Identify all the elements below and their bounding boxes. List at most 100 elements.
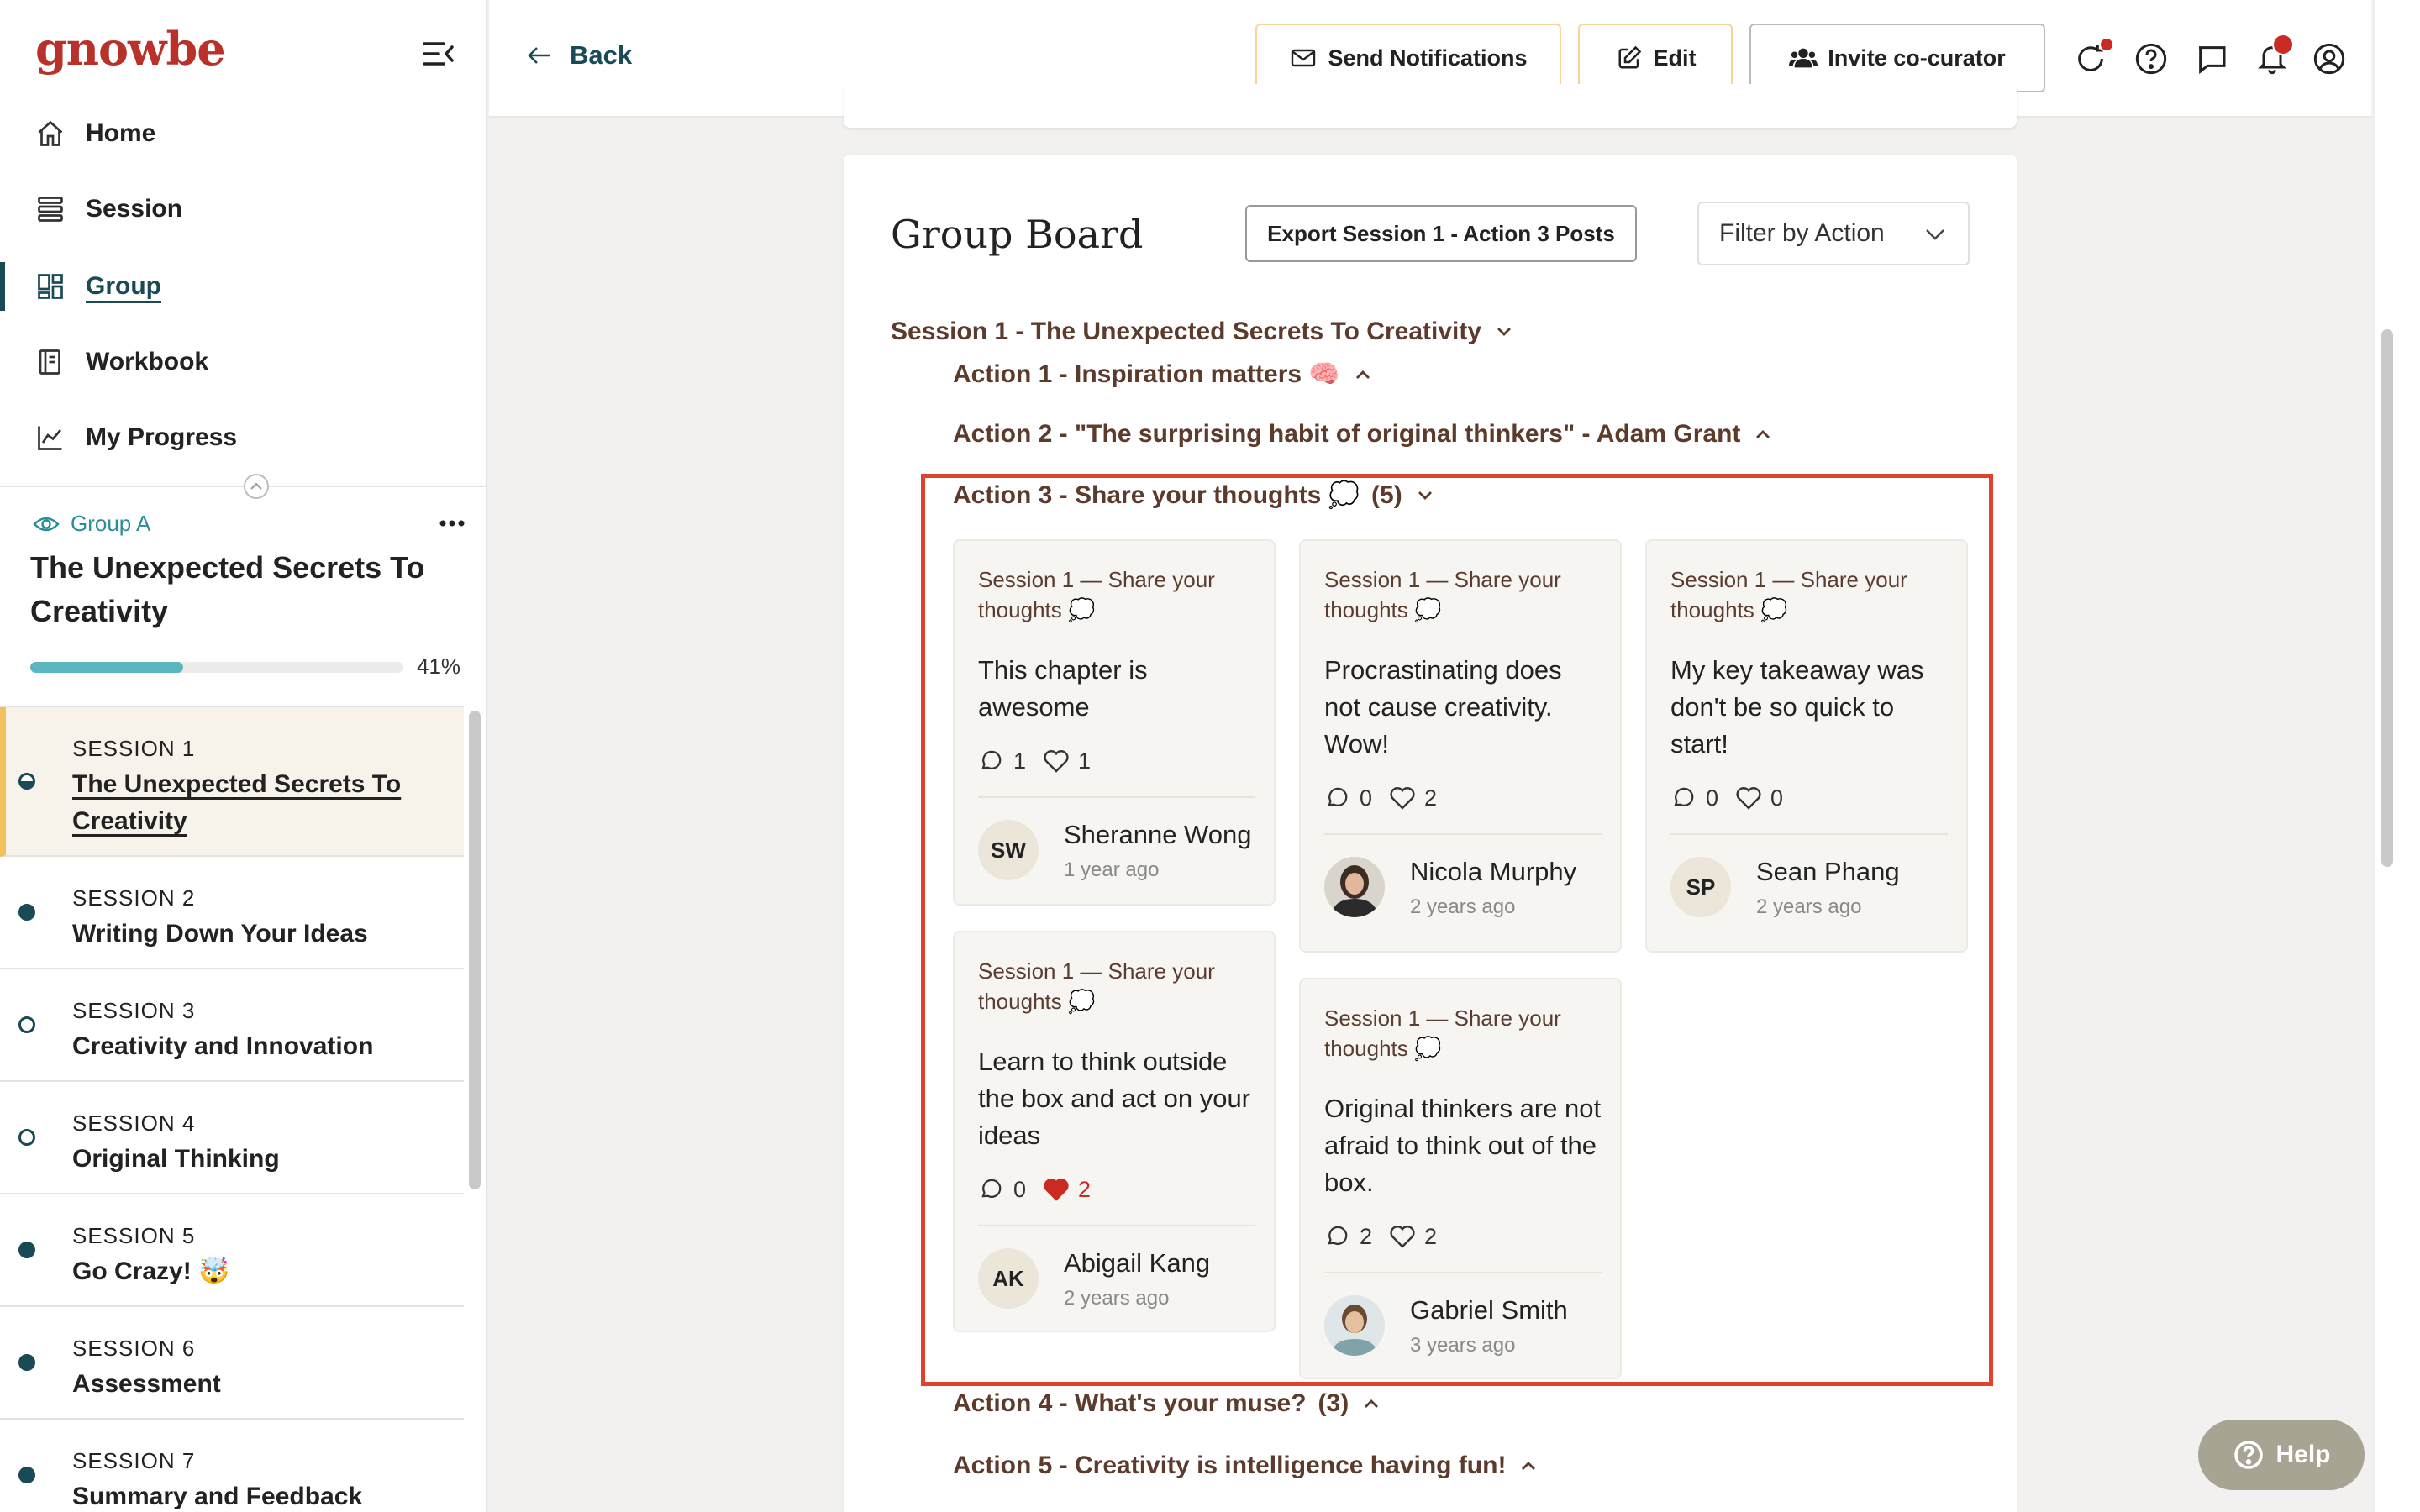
back-button[interactable]: Back xyxy=(523,39,632,72)
nav-home[interactable]: Home xyxy=(0,104,486,163)
nav-group[interactable]: Group xyxy=(0,257,486,316)
nav-session[interactable]: Session xyxy=(0,180,486,239)
chevron-up-icon xyxy=(1750,422,1776,447)
comment-icon[interactable] xyxy=(1670,785,1697,811)
post-text: My key takeaway was don't be so quick to… xyxy=(1670,655,1924,759)
post-timestamp: 2 years ago xyxy=(1756,895,1862,918)
brand-logo[interactable]: gnowbe xyxy=(35,22,226,76)
avatar[interactable] xyxy=(1324,1295,1385,1356)
post-divider xyxy=(1670,833,1948,835)
post-stats: 02 xyxy=(978,1176,1107,1203)
action-2-row[interactable]: Action 2 - "The surprising habit of orig… xyxy=(953,420,1776,449)
back-label: Back xyxy=(570,40,633,70)
course-title: The Unexpected Secrets To Creativity xyxy=(30,550,425,628)
mail-icon xyxy=(1289,44,1318,72)
help-circle-icon[interactable] xyxy=(2133,40,2170,77)
comment-icon[interactable] xyxy=(978,748,1005,774)
send-notifications-button[interactable]: Send Notifications xyxy=(1255,24,1561,92)
post-context: Session 1 — Share your thoughts 💭 xyxy=(1324,1005,1561,1061)
session-item-4[interactable]: SESSION 4 Original Thinking xyxy=(0,1082,464,1194)
heart-icon[interactable] xyxy=(1043,748,1070,774)
avatar[interactable]: SW xyxy=(978,820,1039,880)
send-notifications-label: Send Notifications xyxy=(1328,45,1528,71)
filter-by-action-select[interactable]: Filter by Action xyxy=(1697,202,1970,265)
action-4-row[interactable]: Action 4 - What's your muse? (3) xyxy=(953,1389,1384,1418)
post-author[interactable]: Sean Phang xyxy=(1756,857,1900,887)
session-name: Assessment xyxy=(72,1370,221,1398)
sidebar-scrollbar[interactable] xyxy=(469,711,481,1189)
session-heading-label: Session 1 - The Unexpected Secrets To Cr… xyxy=(891,318,1482,345)
edit-button[interactable]: Edit xyxy=(1578,24,1733,92)
avatar[interactable] xyxy=(1324,857,1385,917)
action-1-row[interactable]: Action 1 - Inspiration matters 🧠 xyxy=(953,360,1376,389)
session-status-dot xyxy=(18,773,35,790)
like-count: 1 xyxy=(1078,748,1092,774)
post-author[interactable]: Gabriel Smith xyxy=(1410,1295,1568,1326)
post-timestamp: 3 years ago xyxy=(1410,1334,1516,1357)
post-card[interactable]: Session 1 — Share your thoughts 💭 Procras… xyxy=(1299,539,1622,953)
nav-workbook[interactable]: Workbook xyxy=(0,333,486,391)
comment-icon[interactable] xyxy=(978,1176,1005,1203)
post-author[interactable]: Nicola Murphy xyxy=(1410,857,1576,887)
nav-label: Workbook xyxy=(86,348,209,375)
post-timestamp: 2 years ago xyxy=(1064,1287,1170,1310)
post-author[interactable]: Sheranne Wong xyxy=(1064,820,1251,850)
heart-icon[interactable] xyxy=(1389,785,1416,811)
session-heading[interactable]: Session 1 - The Unexpected Secrets To Cr… xyxy=(891,318,1517,346)
heart-filled-icon[interactable] xyxy=(1043,1176,1070,1203)
post-timestamp: 2 years ago xyxy=(1410,895,1516,918)
post-divider xyxy=(978,1225,1255,1226)
post-card[interactable]: Session 1 — Share your thoughts 💭 Learn t… xyxy=(953,931,1276,1332)
avatar[interactable]: AK xyxy=(978,1248,1039,1309)
session-item-1[interactable]: SESSION 1 The Unexpected Secrets To Creat… xyxy=(0,707,464,857)
post-divider xyxy=(1324,1272,1602,1273)
action-label: Action 5 - Creativity is intelligence ha… xyxy=(953,1452,1507,1479)
post-text: Procrastinating does not cause creativit… xyxy=(1324,655,1562,759)
session-item-2[interactable]: SESSION 2 Writing Down Your Ideas xyxy=(0,857,464,969)
page-scrollbar-thumb[interactable] xyxy=(2381,329,2393,867)
chevron-up-icon[interactable] xyxy=(244,474,269,499)
session-item-3[interactable]: SESSION 3 Creativity and Innovation xyxy=(0,969,464,1082)
course-progress-label: 41% xyxy=(417,654,461,679)
action-label: Action 4 - What's your muse? xyxy=(953,1389,1307,1417)
user-circle-icon[interactable] xyxy=(2311,40,2348,77)
chart-line-icon xyxy=(32,419,69,456)
post-context: Session 1 — Share your thoughts 💭 xyxy=(978,958,1215,1014)
export-posts-button[interactable]: Export Session 1 - Action 3 Posts xyxy=(1245,205,1637,262)
help-button[interactable]: Help xyxy=(2198,1420,2365,1490)
comment-icon[interactable] xyxy=(1324,1223,1351,1250)
post-card[interactable]: Session 1 — Share your thoughts 💭 This ch… xyxy=(953,539,1276,906)
comment-count: 0 xyxy=(1706,785,1719,811)
nav-my-progress[interactable]: My Progress xyxy=(0,408,486,467)
comment-count: 0 xyxy=(1360,785,1373,811)
avatar[interactable]: SP xyxy=(1670,857,1731,917)
session-status-dot xyxy=(18,1354,35,1371)
chat-icon[interactable] xyxy=(2193,40,2230,77)
post-card[interactable]: Session 1 — Share your thoughts 💭 Origina… xyxy=(1299,978,1622,1379)
post-context: Session 1 — Share your thoughts 💭 xyxy=(1670,567,1907,622)
session-status-dot xyxy=(18,1129,35,1146)
post-author[interactable]: Abigail Kang xyxy=(1064,1248,1210,1278)
collapse-menu-icon[interactable] xyxy=(420,37,457,71)
comment-count: 0 xyxy=(1013,1176,1027,1202)
like-count: 2 xyxy=(1424,1223,1438,1249)
more-horizontal-icon[interactable] xyxy=(435,511,469,536)
invite-co-curator-button[interactable]: Invite co-curator xyxy=(1749,24,2045,92)
heart-icon[interactable] xyxy=(1735,785,1762,811)
session-item-5[interactable]: SESSION 5 Go Crazy! 🤯 xyxy=(0,1194,464,1307)
comment-icon[interactable] xyxy=(1324,785,1351,811)
session-item-6[interactable]: SESSION 6 Assessment xyxy=(0,1307,464,1420)
heart-icon[interactable] xyxy=(1389,1223,1416,1250)
edit-label: Edit xyxy=(1653,45,1697,71)
session-status-dot xyxy=(18,1242,35,1258)
help-label: Help xyxy=(2275,1441,2331,1468)
session-item-7[interactable]: SESSION 7 Summary and Feedback xyxy=(0,1420,464,1512)
action-5-row[interactable]: Action 5 - Creativity is intelligence ha… xyxy=(953,1452,1541,1480)
arrow-left-icon xyxy=(523,39,556,72)
post-timestamp: 1 year ago xyxy=(1064,858,1160,881)
eye-icon xyxy=(32,512,60,537)
session-name: Original Thinking xyxy=(72,1145,280,1173)
users-icon xyxy=(1789,44,1818,72)
chevron-down-icon xyxy=(1923,222,1948,247)
post-card[interactable]: Session 1 — Share your thoughts 💭 My key … xyxy=(1645,539,1968,953)
